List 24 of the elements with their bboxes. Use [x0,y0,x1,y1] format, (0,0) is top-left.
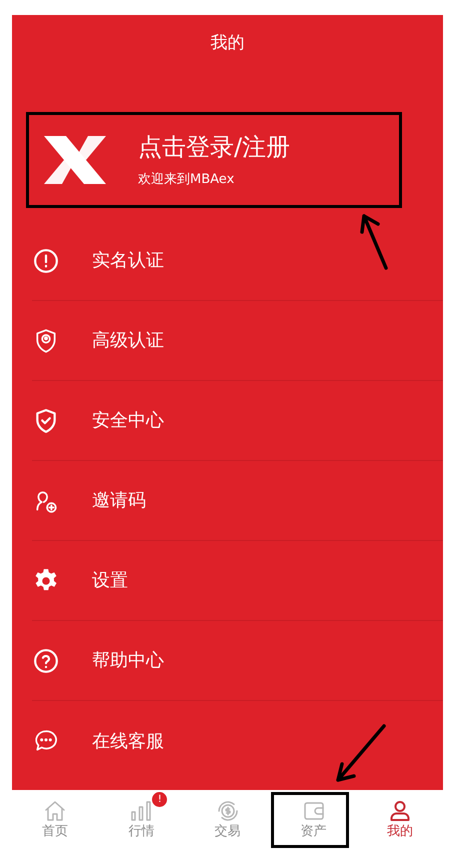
login-title: 点击登录/注册 [138,134,290,158]
coin-exchange-icon [216,798,240,822]
tab[interactable]: 交易 [184,790,271,846]
bar-chart-icon [129,798,154,822]
help-icon [33,648,59,674]
tab[interactable]: 资产 [270,790,357,846]
tab[interactable]: 我的 [356,790,444,846]
logo-icon [44,136,106,184]
menu-item[interactable]: 安全中心 [32,381,443,461]
menu-item[interactable]: 邀请码 [32,461,443,541]
notification-badge: ! [152,792,168,807]
menu-item[interactable]: 实名认证 [32,221,443,301]
menu-item[interactable]: 高级认证 [32,301,443,381]
login-button[interactable]: 点击登录/注册 欢迎来到MBAex [28,113,427,207]
page-title: 我的 [210,32,244,56]
tab[interactable]: 首页 [12,790,98,846]
welcome-text: 欢迎来到MBAex [138,172,236,186]
menu-item[interactable]: 帮助中心 [32,621,443,701]
tab[interactable]: 行情 ! [98,790,184,846]
user-icon [388,798,412,822]
menu-item[interactable]: 在线客服 [32,701,443,781]
alert-icon [33,248,59,274]
home-icon [43,798,68,822]
menu-item[interactable]: 设置 [32,541,443,621]
